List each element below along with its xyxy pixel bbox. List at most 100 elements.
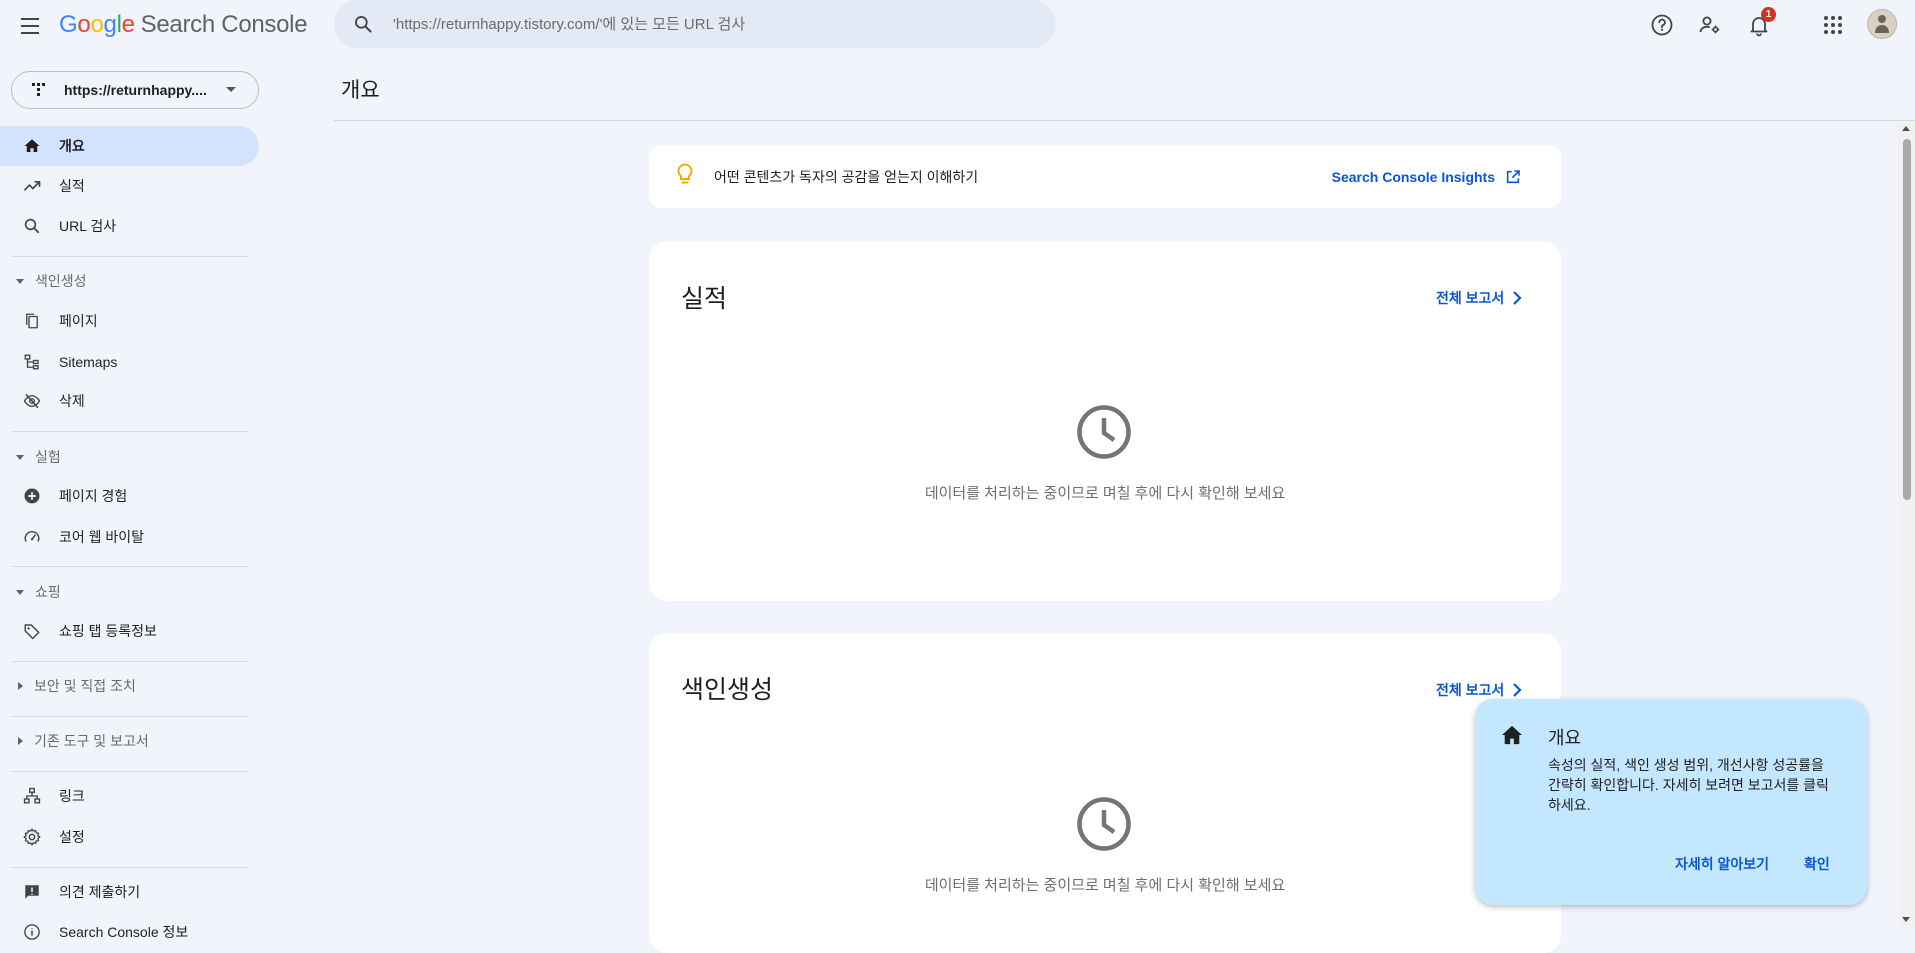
- add-circle-icon: [22, 486, 42, 506]
- home-icon: [22, 136, 42, 156]
- property-selector[interactable]: https://returnhappy....: [11, 71, 259, 109]
- insights-link-label: Search Console Insights: [1331, 168, 1495, 185]
- divider: [11, 716, 248, 717]
- sidebar-item-label: 코어 웹 바이탈: [59, 529, 145, 545]
- help-icon[interactable]: [1649, 12, 1675, 38]
- expand-caret-icon: [18, 737, 23, 745]
- lightbulb-icon: [676, 163, 694, 190]
- sidebar-item-url-inspection[interactable]: URL 검사: [0, 206, 259, 246]
- search-icon: [22, 216, 42, 236]
- insights-banner: 어떤 콘텐츠가 독자의 공감을 얻는지 이해하기 Search Console …: [649, 145, 1561, 208]
- section-experimental[interactable]: 실험: [0, 440, 259, 474]
- tag-icon: [22, 621, 42, 641]
- sidebar-item-submit-feedback[interactable]: 의견 제출하기: [0, 872, 259, 912]
- insights-text: 어떤 콘텐츠가 독자의 공감을 얻는지 이해하기: [714, 168, 979, 185]
- section-security-manual-actions[interactable]: 보안 및 직접 조치: [0, 669, 259, 703]
- sidebar-item-sitemaps[interactable]: Sitemaps: [0, 342, 259, 382]
- scrollbar-thumb[interactable]: [1903, 139, 1911, 500]
- card-title: 실적: [681, 285, 728, 313]
- info-icon: [22, 922, 42, 942]
- sidebar-item-removals[interactable]: 삭제: [0, 381, 259, 421]
- feedback-icon: [22, 882, 42, 902]
- divider: [11, 566, 248, 567]
- logo-letter: g: [103, 11, 117, 38]
- section-indexing[interactable]: 색인생성: [0, 264, 259, 298]
- tooltip-title: 개요: [1548, 728, 1582, 748]
- full-report-label: 전체 보고서: [1436, 682, 1505, 698]
- property-label: https://returnhappy....: [64, 82, 207, 98]
- menu-icon[interactable]: [18, 14, 44, 38]
- section-legacy-tools[interactable]: 기존 도구 및 보고서: [0, 724, 259, 758]
- logo-letter: G: [59, 11, 78, 38]
- sidebar-item-label: 실적: [59, 178, 85, 194]
- sidebar-item-page-experience[interactable]: 페이지 경험: [0, 476, 259, 516]
- full-report-link[interactable]: 전체 보고서: [1436, 680, 1522, 700]
- card-title: 색인생성: [681, 676, 774, 704]
- pages-icon: [22, 311, 42, 331]
- performance-card: 실적 전체 보고서 데이터를 처리하는 중이므로 며칠 후에 다시 확인해 보세…: [649, 241, 1561, 601]
- full-report-link[interactable]: 전체 보고서: [1436, 288, 1522, 308]
- indexing-card: 색인생성 전체 보고서 데이터를 처리하는 중이므로 며칠 후에 다시 확인해 …: [649, 633, 1561, 953]
- processing-message: 데이터를 처리하는 중이므로 며칠 후에 다시 확인해 보세요: [924, 485, 1286, 502]
- divider: [11, 431, 248, 432]
- chevron-right-icon: [1513, 683, 1522, 697]
- divider: [11, 661, 248, 662]
- collapse-caret-icon: [16, 454, 24, 460]
- collapse-caret-icon: [16, 278, 24, 284]
- section-title: 색인생성: [35, 273, 87, 289]
- section-title: 기존 도구 및 보고서: [34, 733, 149, 749]
- search-icon[interactable]: [353, 14, 373, 34]
- sidebar-item-shopping-tab-listings[interactable]: 쇼핑 탭 등록정보: [0, 611, 259, 651]
- section-shopping[interactable]: 쇼핑: [0, 575, 259, 609]
- section-title: 실험: [35, 449, 61, 465]
- apps-grid-icon[interactable]: [1820, 12, 1846, 38]
- sidebar-item-label: URL 검사: [59, 218, 117, 234]
- full-report-label: 전체 보고서: [1436, 290, 1505, 306]
- sidebar-item-settings[interactable]: 설정: [0, 817, 259, 857]
- gear-icon: [22, 827, 42, 847]
- sidebar-item-label: Sitemaps: [59, 354, 118, 370]
- manage-users-icon[interactable]: [1697, 12, 1723, 38]
- search-console-insights-link[interactable]: Search Console Insights: [1332, 169, 1521, 185]
- sidebar-item-about-search-console[interactable]: Search Console 정보: [0, 912, 259, 952]
- url-inspection-search[interactable]: [334, 0, 1056, 48]
- logo-letter: e: [121, 11, 135, 38]
- open-in-new-icon: [1506, 169, 1520, 183]
- logo-letter: o: [77, 11, 91, 38]
- speed-gauge-icon: [22, 527, 42, 547]
- sitemap-icon: [22, 352, 42, 372]
- clock-icon: [1077, 797, 1131, 851]
- overview-tooltip: 개요 속성의 실적, 색인 생성 범위, 개선사항 성공률을 간략히 확인합니다…: [1475, 699, 1867, 905]
- sidebar-item-label: 링크: [59, 788, 85, 804]
- sidebar-item-label: 페이지 경험: [59, 488, 128, 504]
- scroll-up-arrow-icon[interactable]: [1902, 126, 1910, 131]
- sidebar-item-label: 페이지: [59, 313, 98, 329]
- scroll-down-arrow-icon[interactable]: [1902, 917, 1910, 922]
- section-title: 쇼핑: [35, 584, 61, 600]
- avatar[interactable]: [1867, 9, 1897, 39]
- google-search-console-logo[interactable]: Google Search Console: [59, 11, 308, 39]
- sidebar-item-pages[interactable]: 페이지: [0, 301, 259, 341]
- sidebar-item-overview[interactable]: 개요: [0, 126, 259, 166]
- divider: [11, 771, 248, 772]
- bell-icon[interactable]: 1: [1746, 7, 1776, 38]
- trending-up-icon: [22, 176, 42, 196]
- search-input[interactable]: [391, 14, 1035, 34]
- tooltip-body: 속성의 실적, 색인 생성 범위, 개선사항 성공률을 간략히 확인합니다. 자…: [1548, 757, 1829, 813]
- sidebar-item-label: 설정: [59, 829, 85, 845]
- confirm-button[interactable]: 확인: [1804, 854, 1830, 874]
- sidebar-item-label: 삭제: [59, 393, 85, 409]
- sidebar-item-label: Search Console 정보: [59, 924, 189, 940]
- sidebar-item-core-web-vitals[interactable]: 코어 웹 바이탈: [0, 517, 259, 557]
- product-name: Search Console: [140, 11, 308, 38]
- divider: [334, 120, 1915, 121]
- chevron-right-icon: [1513, 291, 1522, 305]
- learn-more-button[interactable]: 자세히 알아보기: [1675, 854, 1769, 874]
- dropdown-caret-icon: [226, 87, 236, 92]
- site-favicon-icon: [32, 83, 46, 97]
- sidebar-item-performance[interactable]: 실적: [0, 166, 259, 206]
- sidebar-item-links[interactable]: 링크: [0, 776, 259, 816]
- expand-caret-icon: [18, 682, 23, 690]
- visibility-off-icon: [22, 391, 42, 411]
- divider: [11, 256, 248, 257]
